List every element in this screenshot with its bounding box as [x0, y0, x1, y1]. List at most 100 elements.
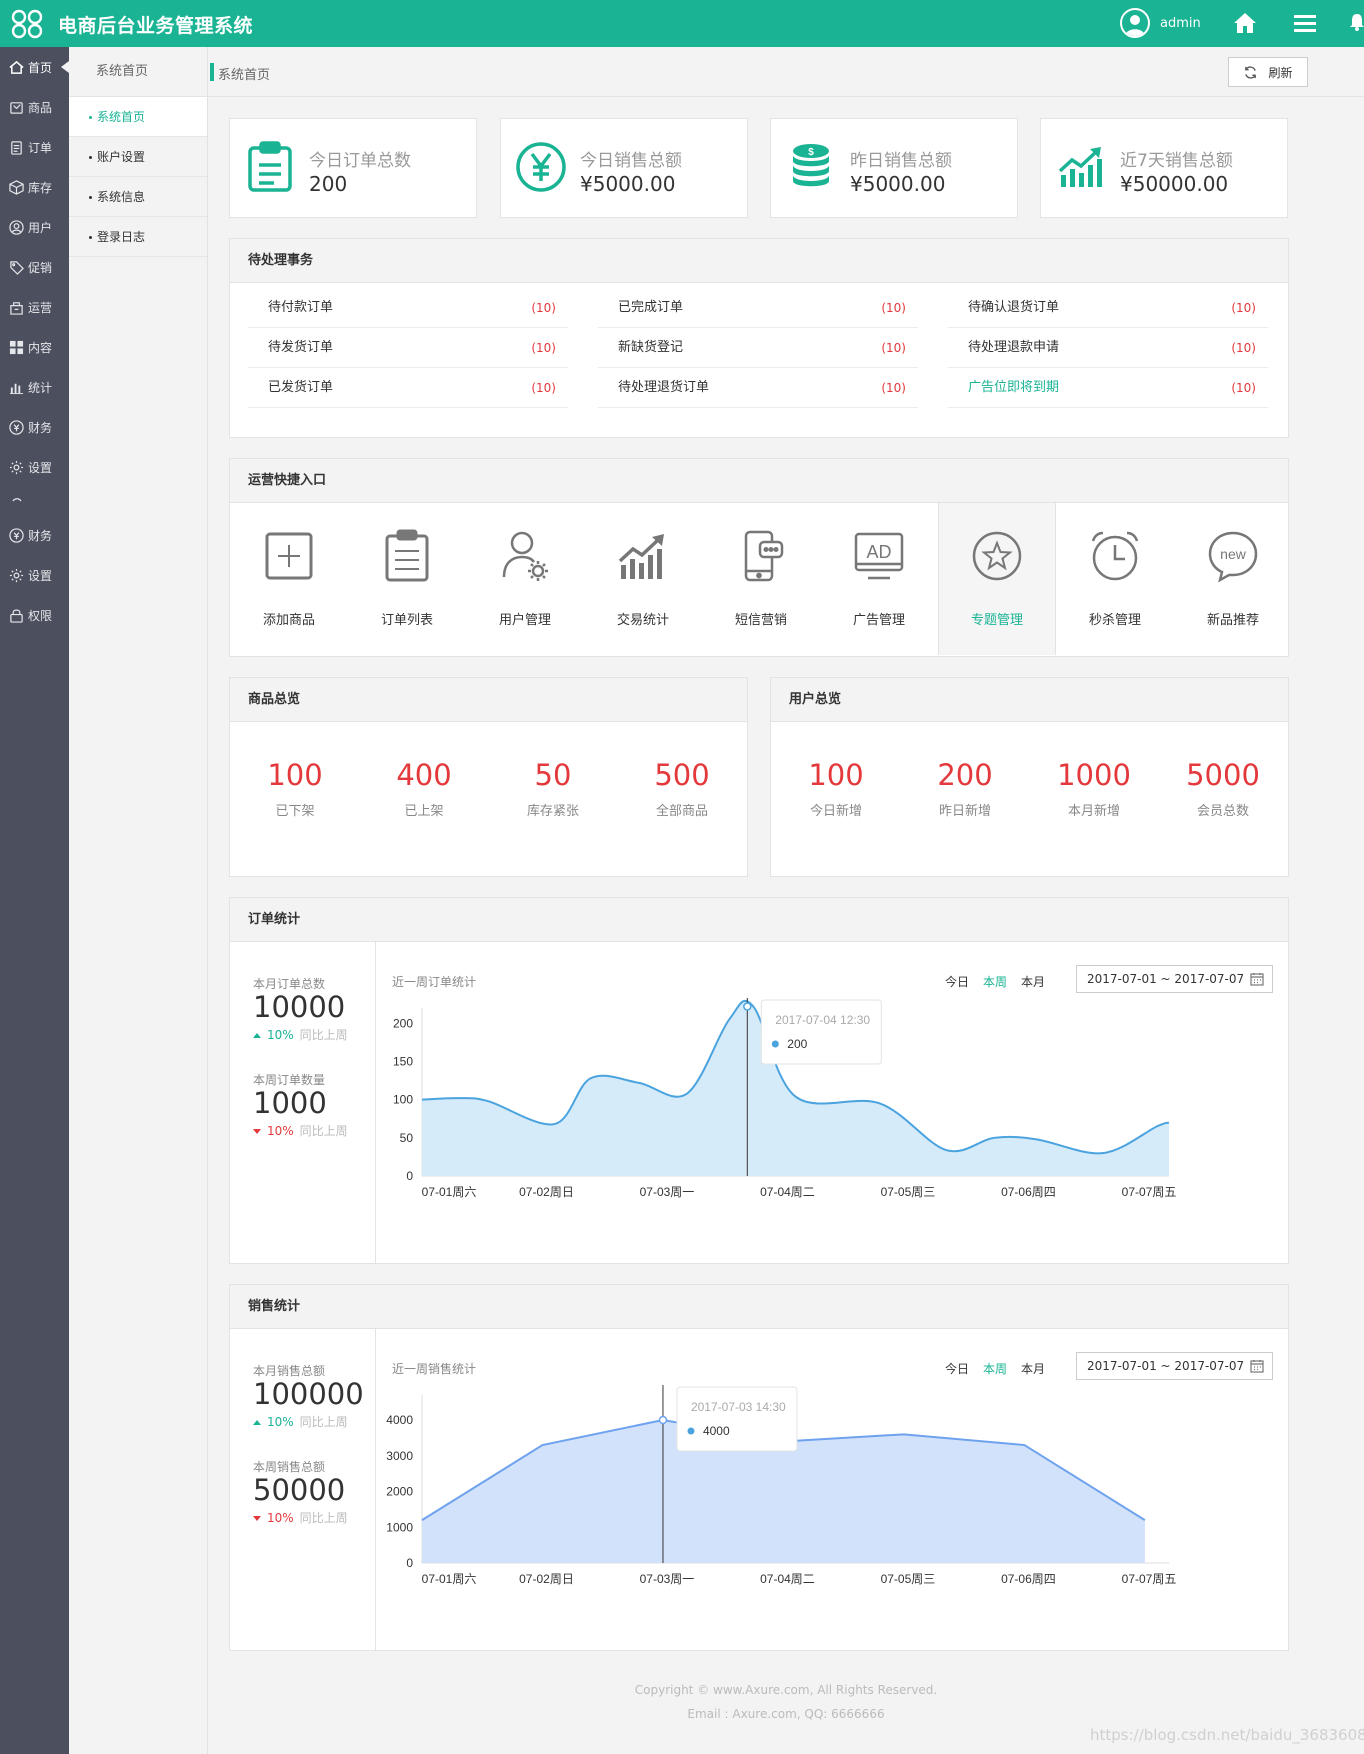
todo-item[interactable]: 广告位即将到期 (10) [948, 368, 1268, 408]
trend-bars-icon [618, 534, 664, 579]
quick-ad-management[interactable]: AD 广告管理 [820, 503, 938, 655]
sidebar-item-label: 内容 [28, 340, 53, 355]
kpi-item[interactable]: 5000 会员总数 [1158, 758, 1288, 819]
tooltip-box [760, 999, 882, 1065]
quick-trade-statistics[interactable]: 交易统计 [584, 503, 702, 655]
sidebar-item-permissions[interactable]: 权限 [0, 597, 69, 633]
tooltip-box [676, 1386, 798, 1452]
subnav-item-login-log[interactable]: 登录日志 [69, 217, 207, 257]
sidebar-item-orders[interactable]: 订单 [0, 129, 69, 165]
sidebar-item-inventory[interactable]: 库存 [0, 169, 69, 205]
date-range-value: 2017-07-01 ~ 2017-07-07 [1087, 972, 1245, 986]
quick-topic-management[interactable]: 专题管理 [938, 503, 1056, 655]
sidebar-item-home[interactable]: 首页 [0, 49, 69, 85]
stat-card-week-sales: 近7天销售总额 ¥50000.00 [1040, 118, 1288, 218]
quick-label: 添加商品 [262, 613, 315, 628]
quick-add-product[interactable]: 添加商品 [230, 503, 348, 655]
sidebar-item-label: 财务 [28, 528, 53, 543]
quick-flash-sale[interactable]: 秒杀管理 [1056, 503, 1174, 655]
quick-sms-marketing[interactable]: 短信营销 [702, 503, 820, 655]
kpi-item[interactable]: 100 今日新增 [771, 758, 901, 819]
breadcrumb-current: 系统首页 [218, 68, 271, 83]
sidebar-item-goods[interactable]: 商品 [0, 89, 69, 125]
sales-summary: 本月销售总额 100000 10% 同比上周 本周销售总额 50000 10% 同比… [230, 1329, 376, 1650]
tab-today[interactable]: 今日 [945, 975, 969, 989]
todo-item[interactable]: 待付款订单 (10) [248, 288, 568, 328]
subnav-label: 系统首页 [97, 110, 146, 124]
todo-item[interactable]: 已完成订单 (10) [598, 288, 918, 328]
sidebar-item-users[interactable]: 用户 [0, 209, 69, 245]
stat-value: 200 [309, 172, 348, 196]
order-chart[interactable]: 0 50 100 150 200 07-01周六 07-02周日 07-03周一 07-04周二… [376, 998, 1276, 1208]
sales-chart[interactable]: 0 1000 2000 3000 4000 07-01周六 07-02周日 07-03周一 07… [376, 1385, 1276, 1595]
bell-icon[interactable] [1350, 13, 1364, 31]
kpi-item[interactable]: 400 已上架 [359, 758, 489, 819]
home-icon[interactable] [1233, 12, 1257, 34]
x-tick-label: 07-07周五 [1122, 1185, 1177, 1199]
sidebar-item-settings[interactable]: 设置 [0, 449, 69, 485]
quick-user-management[interactable]: 用户管理 [466, 503, 584, 655]
refresh-button[interactable]: 刷新 [1228, 57, 1308, 87]
sidebar-item-finance[interactable]: 财务 [0, 409, 69, 445]
kpi-item[interactable]: 500 全部商品 [617, 758, 747, 819]
quick-new-products[interactable]: new 新品推荐 [1174, 503, 1292, 655]
kpi-label: 今日新增 [809, 804, 862, 819]
kpi-label: 会员总数 [1196, 804, 1249, 819]
sidebar-item-settings-2[interactable]: 设置 [0, 557, 69, 593]
sidebar-item-operation[interactable]: 运营 [0, 289, 69, 325]
subnav-item-dashboard[interactable]: 系统首页 [69, 97, 207, 137]
kpi-item[interactable]: 100 已下架 [230, 758, 360, 819]
todo-item[interactable]: 待确认退货订单 (10) [948, 288, 1268, 328]
panel-title: 待处理事务 [230, 239, 1288, 283]
subnav-item-account[interactable]: 账户设置 [69, 137, 207, 177]
tab-month[interactable]: 本月 [1021, 975, 1045, 989]
sidebar-item-label: 首页 [28, 60, 53, 75]
stat-card-yesterday-sales: $ 昨日销售总额 ¥5000.00 [770, 118, 1018, 218]
todo-item[interactable]: 待发货订单 (10) [248, 328, 568, 368]
tab-week[interactable]: 本周 [983, 975, 1007, 989]
stat-card-today-orders: 今日订单总数 200 [229, 118, 477, 218]
sidebar-item-content[interactable]: 内容 [0, 329, 69, 365]
kpi-item[interactable]: 50 库存紧张 [488, 758, 618, 819]
inventory-icon [9, 179, 24, 195]
panel-title: 销售统计 [230, 1285, 1288, 1329]
refresh-label: 刷新 [1268, 65, 1293, 80]
todo-item[interactable]: 已发货订单 (10) [248, 368, 568, 408]
sidebar-item-label: 设置 [28, 460, 53, 475]
calendar-icon [1250, 973, 1264, 986]
sidebar-item-statistics[interactable]: 统计 [0, 369, 69, 405]
quick-label: 秒杀管理 [1088, 613, 1141, 628]
kpi-item[interactable]: 200 昨日新增 [900, 758, 1030, 819]
x-tick-label: 07-06周四 [1001, 1572, 1056, 1586]
sidebar-item-promotion[interactable]: 促销 [0, 249, 69, 285]
todo-item[interactable]: 待处理退货订单 (10) [598, 368, 918, 408]
user-menu[interactable]: admin [1120, 8, 1201, 38]
kpi-label: 已上架 [404, 804, 444, 819]
todo-count: (10) [881, 381, 906, 395]
x-tick-label: 07-03周一 [640, 1185, 695, 1199]
subnav-item-system-info[interactable]: 系统信息 [69, 177, 207, 217]
quick-order-list[interactable]: 订单列表 [348, 503, 466, 655]
sidebar-item-finance-2[interactable]: 财务 [0, 517, 69, 553]
tab-week[interactable]: 本周 [983, 1362, 1007, 1376]
tab-month[interactable]: 本月 [1021, 1362, 1045, 1376]
x-tick-label: 07-01周六 [422, 1572, 477, 1586]
kpi-value: 200 [937, 758, 993, 792]
todo-item[interactable]: 新缺货登记 (10) [598, 328, 918, 368]
kpi-item[interactable]: 1000 本月新增 [1029, 758, 1159, 819]
menu-icon[interactable] [1294, 13, 1316, 33]
quick-label: 订单列表 [380, 613, 433, 628]
sidebar-item-label: 财务 [28, 420, 53, 435]
todo-count: (10) [1231, 341, 1256, 355]
date-range-picker[interactable]: 2017-07-01 ~ 2017-07-07 [1076, 1352, 1273, 1380]
todo-item[interactable]: 待处理退款申请 (10) [948, 328, 1268, 368]
y-tick-label: 0 [406, 1556, 413, 1570]
x-tick-label: 07-06周四 [1001, 1185, 1056, 1199]
todo-label: 新缺货登记 [618, 340, 684, 355]
week-orders: 本周订单数量 1000 10% 同比上周 [253, 1071, 348, 1139]
tab-today[interactable]: 今日 [945, 1362, 969, 1376]
date-range-picker[interactable]: 2017-07-01 ~ 2017-07-07 [1076, 965, 1273, 993]
avatar-icon [1125, 15, 1145, 36]
down-arrow-icon [253, 1129, 261, 1134]
phone-message-icon [744, 530, 784, 582]
